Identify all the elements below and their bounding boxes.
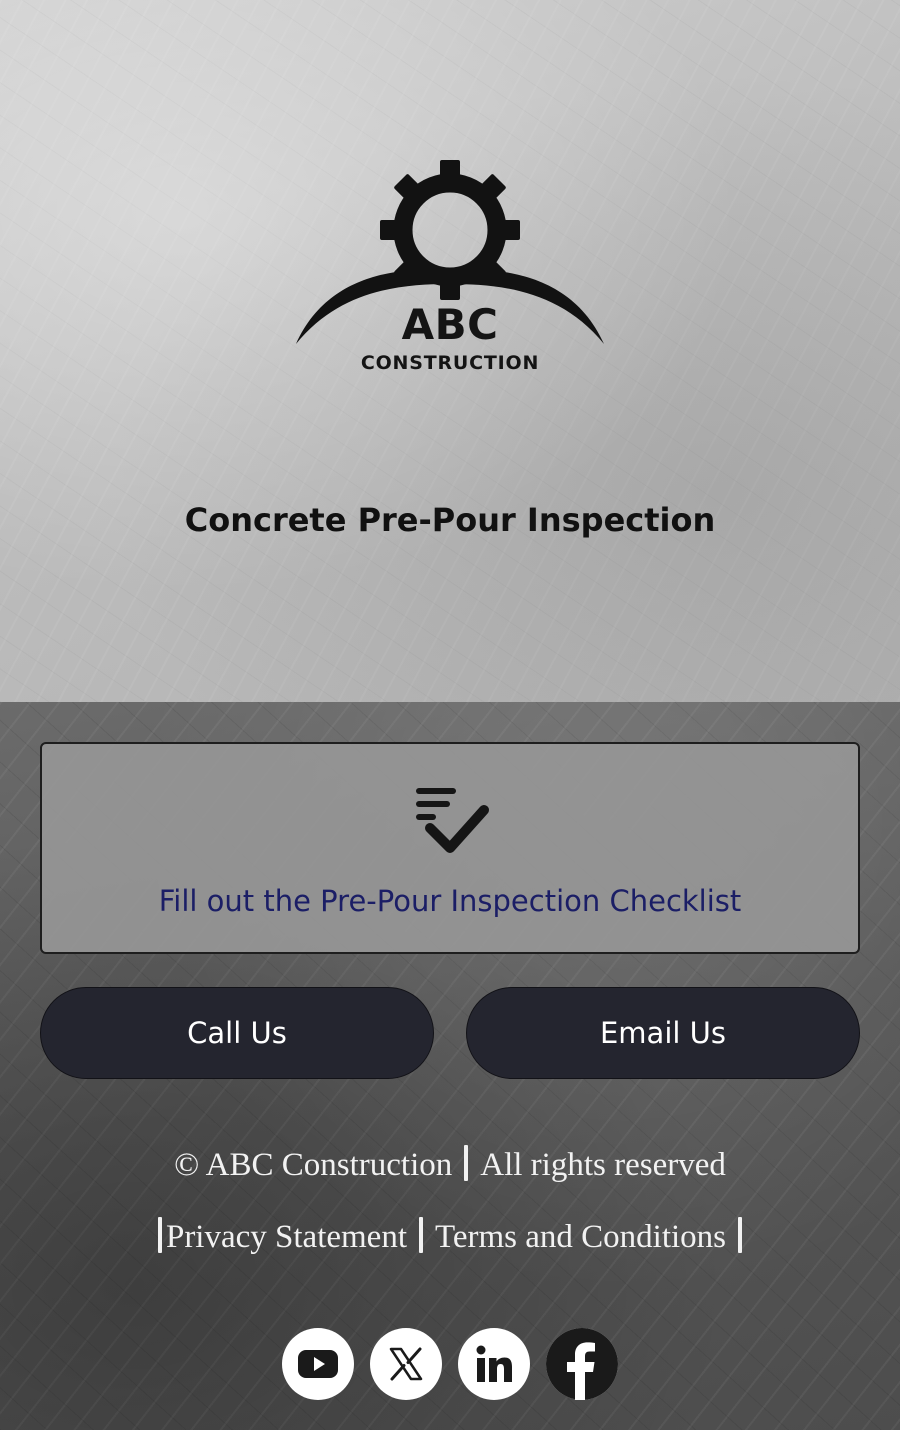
- x-link[interactable]: [370, 1328, 442, 1400]
- terms-and-conditions-link[interactable]: Terms and Conditions: [435, 1219, 726, 1255]
- linkedin-link[interactable]: [458, 1328, 530, 1400]
- call-us-button[interactable]: Call Us: [40, 987, 434, 1079]
- checklist-label: Fill out the Pre-Pour Inspection Checkli…: [158, 884, 742, 918]
- checklist-card-button[interactable]: Fill out the Pre-Pour Inspection Checkli…: [40, 742, 860, 954]
- separator: [419, 1217, 423, 1253]
- linkedin-icon: [476, 1345, 512, 1382]
- logo-name: ABC: [401, 300, 499, 349]
- page-title: Concrete Pre-Pour Inspection: [184, 501, 716, 539]
- youtube-icon: [298, 1350, 338, 1378]
- separator: [464, 1145, 469, 1181]
- email-us-button[interactable]: Email Us: [466, 987, 860, 1079]
- copyright-text: © ABC Construction: [174, 1147, 453, 1183]
- company-logo: ABC CONSTRUCTION: [290, 158, 610, 383]
- gear-arc-logo-icon: [296, 160, 604, 344]
- logo-subtitle: CONSTRUCTION: [360, 352, 540, 374]
- rights-text: All rights reserved: [480, 1147, 726, 1183]
- checklist-icon: [414, 784, 490, 858]
- x-icon: [389, 1347, 423, 1381]
- facebook-icon: [546, 1328, 618, 1400]
- youtube-link[interactable]: [282, 1328, 354, 1400]
- legal-links: Privacy Statement Terms and Conditions: [0, 1217, 900, 1256]
- social-links: [282, 1328, 618, 1400]
- facebook-link[interactable]: [546, 1328, 618, 1400]
- privacy-statement-link[interactable]: Privacy Statement: [166, 1219, 407, 1255]
- separator: [738, 1217, 743, 1253]
- copyright-line: © ABC Construction All rights reserved: [0, 1145, 900, 1184]
- separator: [157, 1217, 162, 1253]
